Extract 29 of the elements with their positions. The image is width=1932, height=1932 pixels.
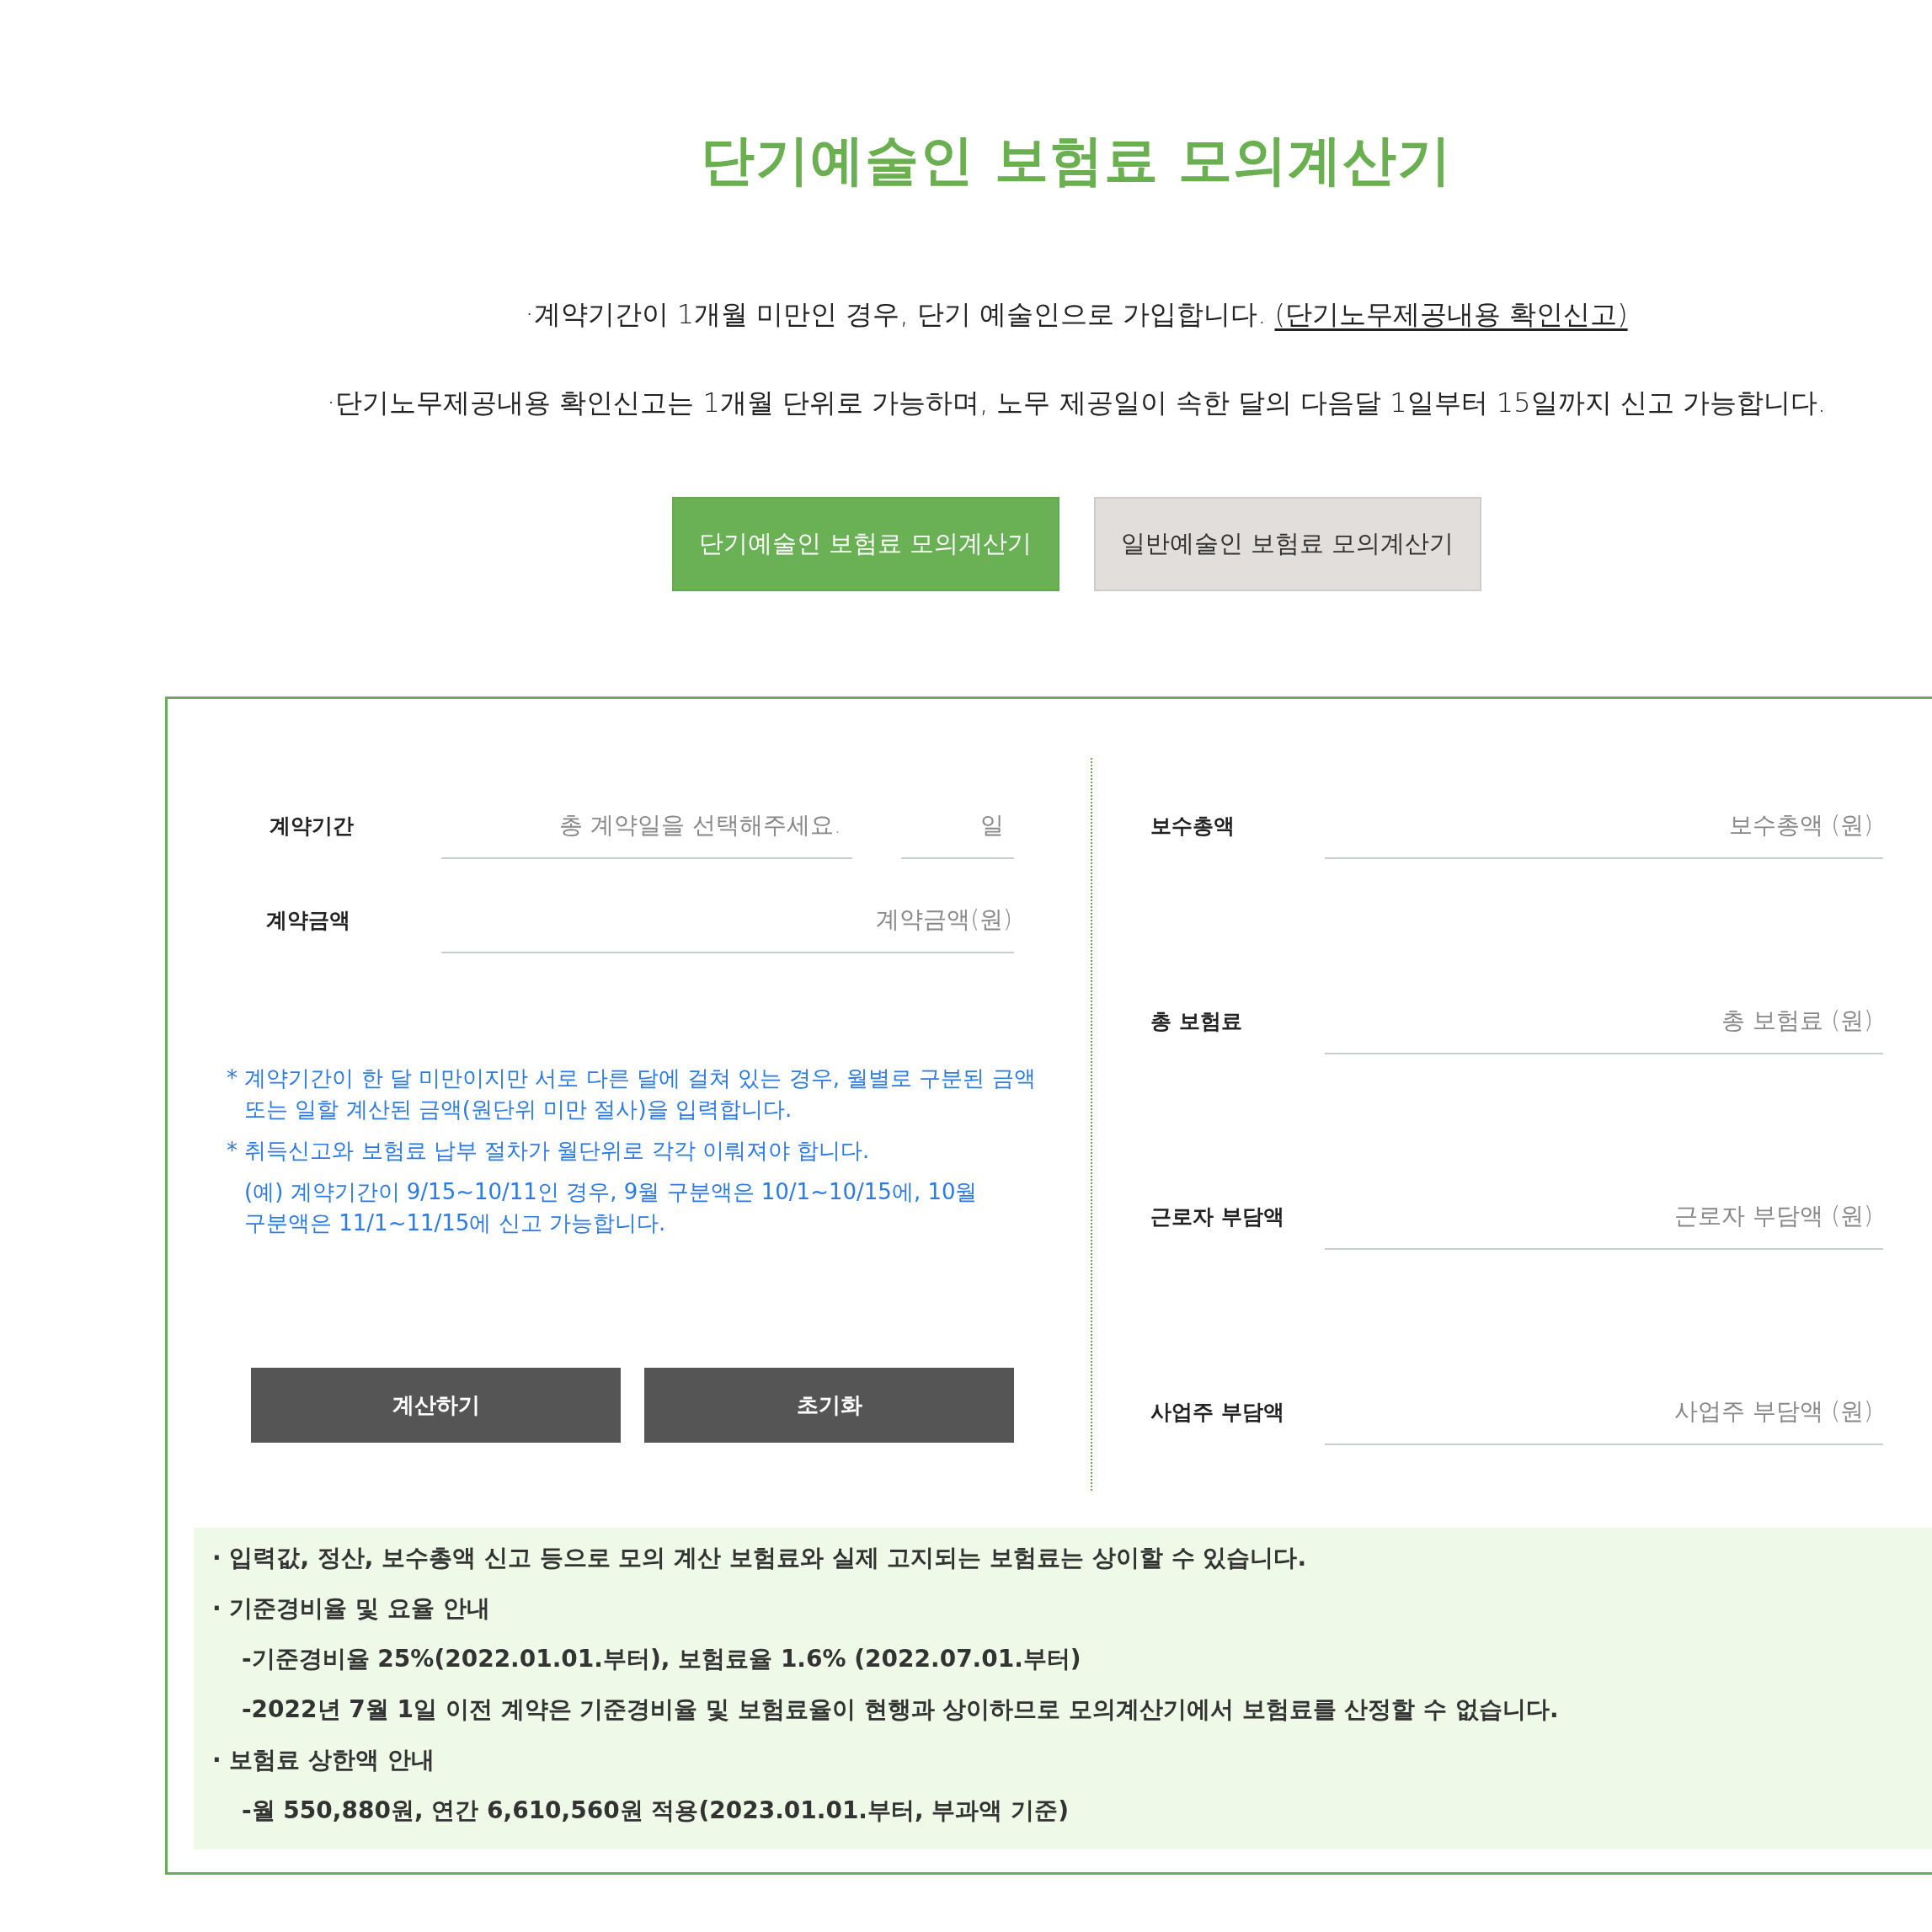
- field-label: 계약금액: [265, 906, 351, 934]
- notice-subitem: -월 550,880원, 연간 6,610,560원 적용(2023.01.01.부터, 부과액 기준): [241, 1796, 1070, 1826]
- input-field[interactable]: 총 보험료 (원): [1325, 987, 1883, 1054]
- input-field[interactable]: 일: [901, 792, 1014, 859]
- notice-item: · 보험료 상한액 안내: [212, 1745, 435, 1775]
- notice-item: · 기준경비율 및 요율 안내: [212, 1593, 491, 1624]
- input-field[interactable]: 총 계약일을 선택해주세요.: [441, 792, 852, 859]
- input-field[interactable]: 사업주 부담액 (원): [1325, 1378, 1883, 1445]
- field-label: 근로자 부담액: [1150, 1203, 1285, 1230]
- report-link[interactable]: (단기노무제공내용 확인신고): [1274, 298, 1628, 330]
- page-title: 단기예술인 보험료 모의계산기: [701, 128, 1452, 193]
- input-field[interactable]: 근로자 부담액 (원): [1325, 1182, 1883, 1250]
- guide-note: * 취득신고와 보험료 납부 절차가 월단위로 각각 이뤄져야 합니다.: [227, 1137, 871, 1165]
- input-field[interactable]: 보수총액 (원): [1325, 792, 1883, 859]
- calculator-tab[interactable]: 일반예술인 보험료 모의계산기: [1093, 497, 1481, 591]
- field-label: 보수총액: [1150, 812, 1236, 840]
- info-text: ·계약기간이 1개월 미만인 경우, 단기 예술인으로 가입합니다. (단기노무제공내용 확인신고): [525, 297, 1628, 332]
- action-button[interactable]: 계산하기: [251, 1368, 621, 1443]
- input-field[interactable]: 계약금액(원): [441, 886, 1014, 953]
- field-label: 계약기간: [269, 812, 355, 840]
- guide-note: (예) 계약기간이 9/15~10/11인 경우, 9월 구분액은 10/1~10/15에, 10월 구분액은 11/1~11/15에 신고 가능합니다.: [243, 1178, 979, 1237]
- guide-note: * 계약기간이 한 달 미만이지만 서로 다른 달에 걸쳐 있는 경우, 월별로 구분된 금액 또는 일할 계산된 금액(원단위 미만 절사)을 입력합니다.: [227, 1065, 1037, 1123]
- field-label: 총 보험료: [1150, 1007, 1243, 1035]
- notice-subitem: -2022년 7월 1일 이전 계약은 기준경비율 및 보험료율이 현행과 상이하므로 모의계산기에서 보험료를 산정할 수 없습니다.: [241, 1695, 1560, 1725]
- notice-subitem: -기준경비율 25%(2022.01.01.부터), 보험료율 1.6% (2022.07.01.부터): [241, 1644, 1082, 1674]
- notice-item: · 입력값, 정산, 보수총액 신고 등으로 모의 계산 보험료와 실제 고지되는 보험료는 상이할 수 있습니다.: [212, 1543, 1308, 1573]
- action-button[interactable]: 초기화: [644, 1368, 1014, 1443]
- info-text: ·단기노무제공내용 확인신고는 1개월 단위로 가능하며, 노무 제공일이 속한 달의 다음달 1일부터 15일까지 신고 가능합니다.: [326, 386, 1827, 420]
- field-label: 사업주 부담액: [1150, 1398, 1285, 1426]
